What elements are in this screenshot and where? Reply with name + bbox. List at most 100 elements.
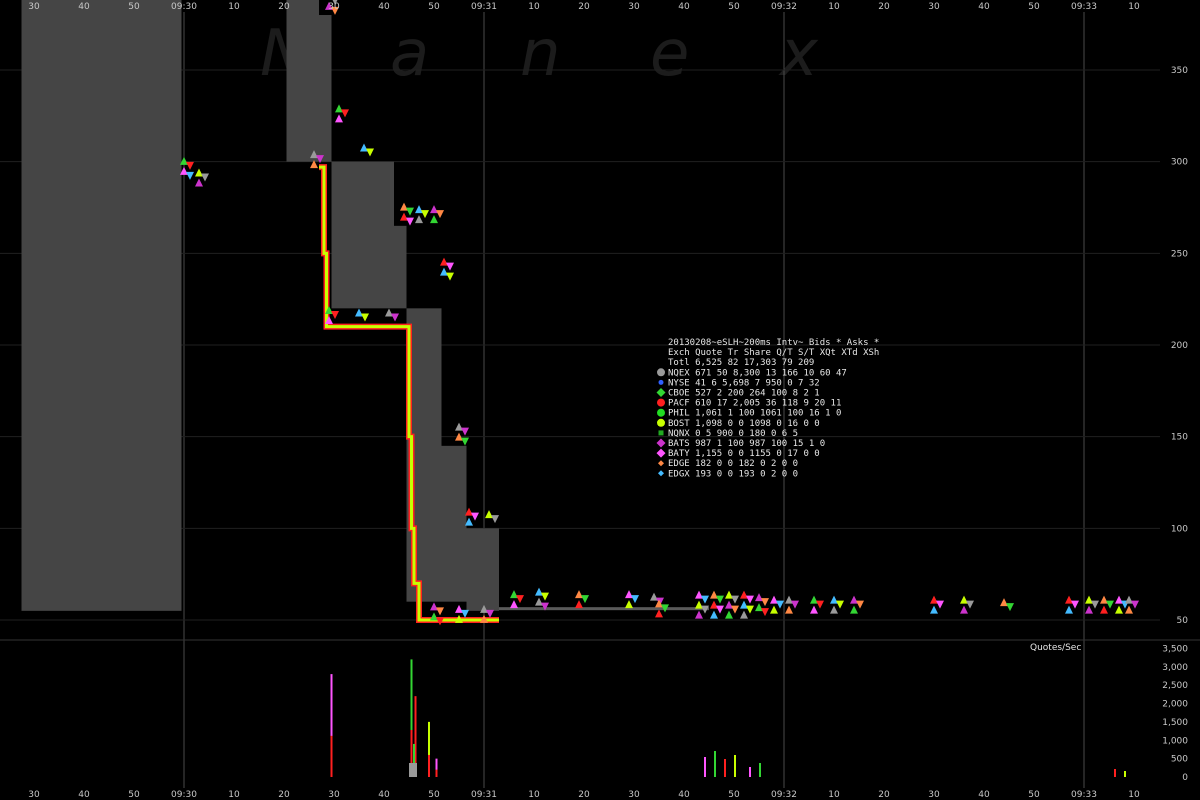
- x-tick-label-top: 09:31: [471, 2, 497, 12]
- table-header: Exch Quote Tr Share Q/T S/T XQt XTd XSh: [668, 348, 879, 358]
- x-tick-label-top: 50: [1028, 2, 1040, 12]
- x-tick-label-top: 20: [278, 2, 290, 12]
- table-row: PACF 610 17 2,005 36 118 9 20 11: [668, 399, 841, 409]
- x-tick-label-top: 50: [428, 2, 440, 12]
- x-tick-label-bottom: 10: [528, 790, 540, 800]
- watermark-letter: e: [650, 17, 689, 91]
- price-tick-label: 50: [1177, 616, 1189, 626]
- x-tick-label-top: 09:32: [771, 2, 797, 12]
- x-tick-label-bottom: 30: [928, 790, 940, 800]
- legend-marker: [657, 398, 665, 407]
- legend-marker: [658, 430, 664, 436]
- x-tick-label-top: 30: [928, 2, 940, 12]
- spread-box: [286, 0, 319, 162]
- volume-tick-label: 2,000: [1162, 700, 1188, 710]
- x-tick-label-bottom: 10: [228, 790, 240, 800]
- spread-box: [21, 0, 182, 611]
- table-row: BOST 1,098 0 0 1098 0 16 0 0: [668, 419, 820, 429]
- x-tick-label-top: 20: [578, 2, 590, 12]
- x-tick-label-bottom: 50: [128, 790, 140, 800]
- x-tick-label-top: 30: [328, 2, 340, 12]
- watermark-letter: n: [520, 17, 561, 91]
- x-tick-label-bottom: 50: [1028, 790, 1040, 800]
- legend-marker: [658, 379, 664, 385]
- x-tick-label-bottom: 50: [728, 790, 740, 800]
- x-tick-label-bottom: 30: [328, 790, 340, 800]
- x-tick-label-top: 40: [378, 2, 390, 12]
- x-tick-label-top: 10: [828, 2, 840, 12]
- legend-marker: [657, 408, 665, 417]
- table-row: NQEX 671 50 8,300 13 166 10 60 47: [668, 368, 847, 378]
- volume-bar: [1124, 771, 1126, 777]
- volume-bar: [704, 757, 706, 777]
- x-tick-label-bottom: 10: [828, 790, 840, 800]
- volume-bar: [409, 763, 417, 777]
- table-row: EDGX 193 0 0 193 0 2 0 0: [668, 469, 798, 479]
- x-tick-label-top: 40: [978, 2, 990, 12]
- spread-box: [466, 528, 499, 611]
- price-tick-label: 250: [1171, 249, 1188, 259]
- volume-bar-part: [428, 754, 430, 777]
- x-tick-label-bottom: 20: [878, 790, 890, 800]
- x-tick-label-top: 30: [628, 2, 640, 12]
- price-tick-label: 300: [1171, 158, 1188, 168]
- volume-tick-label: 3,500: [1162, 644, 1188, 654]
- spread-box: [319, 15, 332, 162]
- volume-tick-label: 1,500: [1162, 718, 1188, 728]
- volume-tick-label: 3,000: [1162, 663, 1188, 673]
- volume-bar-part: [435, 769, 438, 777]
- price-tick-label: 350: [1171, 66, 1188, 76]
- volume-bar: [734, 755, 736, 777]
- x-tick-label-bottom: 30: [28, 790, 40, 800]
- volume-tick-label: 500: [1171, 755, 1188, 765]
- volume-bar: [1114, 769, 1116, 777]
- volume-bar-part: [330, 735, 333, 777]
- legend-marker: [657, 368, 665, 377]
- x-tick-label-bottom: 09:33: [1071, 790, 1097, 800]
- volume-tick-label: 0: [1182, 773, 1188, 783]
- nanex-chart: Nanex 30 40 50 09:30 10 20 30 40 50 09:31 10 20 30 40…: [0, 0, 1200, 800]
- x-tick-label-top: 09:33: [1071, 2, 1097, 12]
- spread-box: [394, 225, 407, 309]
- x-tick-label-top: 40: [78, 2, 90, 12]
- volume-bar: [724, 759, 726, 777]
- table-row: NQNX 0 5 900 0 180 0 6 5: [668, 429, 798, 439]
- x-tick-label-bottom: 30: [628, 790, 640, 800]
- x-tick-label-top: 10: [528, 2, 540, 12]
- table-row: EDGE 182 0 0 182 0 2 0 0: [668, 459, 798, 469]
- ask-level: [499, 607, 709, 611]
- table-row: CBOE 527 2 200 264 100 8 2 1: [668, 389, 820, 399]
- x-tick-label-bottom: 20: [578, 790, 590, 800]
- x-tick-label-bottom: 10: [1128, 790, 1140, 800]
- table-row: BATY 1,155 0 0 1155 0 17 0 0: [668, 449, 820, 459]
- x-tick-label-top: 10: [228, 2, 240, 12]
- volume-axis-label: Quotes/Sec: [1030, 643, 1081, 653]
- x-tick-label-top: 50: [128, 2, 140, 12]
- x-tick-label-bottom: 50: [428, 790, 440, 800]
- x-tick-label-bottom: 09:31: [471, 790, 497, 800]
- x-tick-label-bottom: 40: [78, 790, 90, 800]
- legend-marker: [657, 418, 665, 427]
- price-tick-label: 200: [1171, 341, 1188, 351]
- x-tick-label-bottom: 40: [978, 790, 990, 800]
- price-tick-label: 100: [1171, 524, 1188, 534]
- x-tick-label-bottom: 09:32: [771, 790, 797, 800]
- table-total: Totl 6,525 82 17,303 79 209: [668, 358, 814, 368]
- x-tick-label-bottom: 40: [378, 790, 390, 800]
- x-tick-label-top: 10: [1128, 2, 1140, 12]
- x-tick-label-top: 50: [728, 2, 740, 12]
- x-tick-label-top: 09:30: [171, 2, 197, 12]
- x-tick-label-top: 40: [678, 2, 690, 12]
- volume-bar: [749, 767, 751, 777]
- table-title: 20130208~eSLH~200ms Intv~ Bids * Asks *: [668, 338, 879, 348]
- volume-bar: [714, 751, 716, 777]
- x-tick-label-top: 30: [28, 2, 40, 12]
- table-row: NYSE 41 6 5,698 7 950 0 7 32: [668, 378, 820, 388]
- spread-box: [331, 161, 394, 309]
- price-tick-label: 150: [1171, 433, 1188, 443]
- x-tick-label-top: 20: [878, 2, 890, 12]
- volume-tick-label: 1,000: [1162, 736, 1188, 746]
- table-row: PHIL 1,061 1 100 1061 100 16 1 0: [668, 409, 841, 419]
- watermark-letter: a: [390, 17, 429, 91]
- volume-bar: [759, 763, 761, 777]
